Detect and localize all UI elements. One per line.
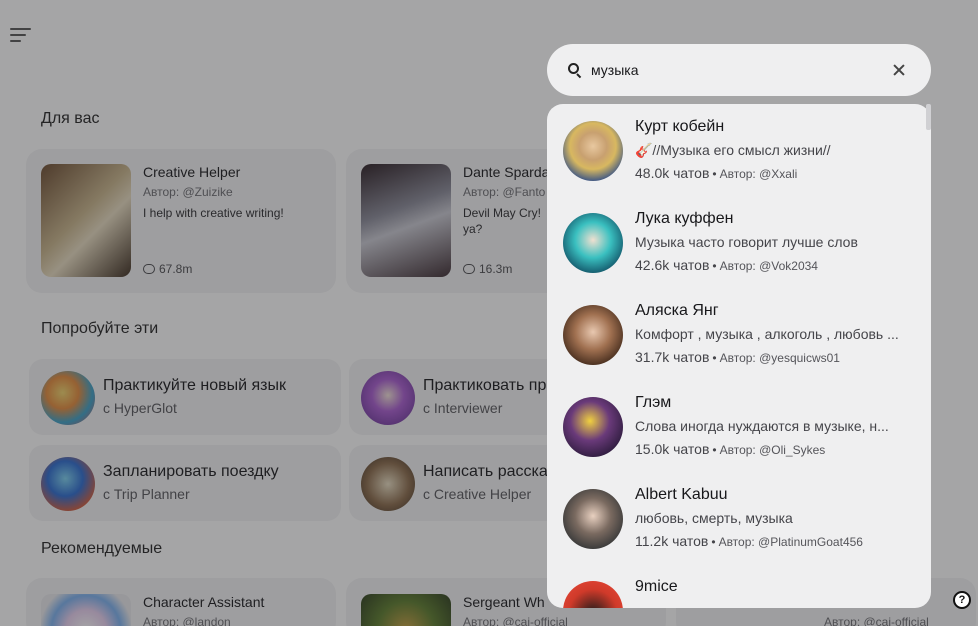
results-scroll-thumb[interactable] xyxy=(926,104,931,130)
result-avatar xyxy=(563,305,623,365)
result-avatar xyxy=(563,397,623,457)
search-result-item[interactable]: Аляска Янг Комфорт , музыка , алкоголь ,… xyxy=(547,288,925,380)
result-avatar xyxy=(563,489,623,549)
search-result-item[interactable]: Albert Kabuu любовь, смерть, музыка 11.2… xyxy=(547,472,925,564)
result-meta: 42.6k чатов • Автор: @Vok2034 xyxy=(635,257,818,273)
results-scrollbar[interactable] xyxy=(925,104,931,608)
result-avatar xyxy=(563,581,623,608)
result-meta: 11.2k чатов • Автор: @PlatinumGoat456 xyxy=(635,533,863,549)
result-description: Слова иногда нуждаются в музыке, н... xyxy=(635,418,889,434)
result-description: 🎸//Музыка его смысл жизни// xyxy=(635,142,831,158)
search-icon xyxy=(568,63,582,79)
search-results: Курт кобейн 🎸//Музыка его смысл жизни// … xyxy=(547,104,931,608)
search-result-item[interactable]: Глэм Слова иногда нуждаются в музыке, н.… xyxy=(547,380,925,472)
result-name: Глэм xyxy=(635,394,672,411)
result-avatar xyxy=(563,213,623,273)
search-result-item[interactable]: Лука куффен Музыка часто говорит лучше с… xyxy=(547,196,925,288)
search-bar xyxy=(547,44,931,96)
search-input[interactable] xyxy=(591,59,871,81)
result-name: Курт кобейн xyxy=(635,118,725,135)
result-avatar xyxy=(563,121,623,181)
result-meta: 48.0k чатов • Автор: @Xxali xyxy=(635,165,798,181)
result-meta: 15.0k чатов • Автор: @Oli_Sykes xyxy=(635,441,826,457)
search-result-item[interactable]: Курт кобейн 🎸//Музыка его смысл жизни// … xyxy=(547,104,925,196)
result-description: Музыка часто говорит лучше слов xyxy=(635,234,858,250)
close-icon[interactable] xyxy=(891,62,907,78)
result-name: 9mice xyxy=(635,578,678,595)
help-icon[interactable]: ? xyxy=(953,591,971,609)
result-meta: 31.7k чатов • Автор: @yesquicws01 xyxy=(635,349,840,365)
result-name: Аляска Янг xyxy=(635,302,719,319)
result-name: Albert Kabuu xyxy=(635,486,728,503)
result-name: Лука куффен xyxy=(635,210,734,227)
search-result-item[interactable]: 9mice xyxy=(547,564,925,608)
result-description: Комфорт , музыка , алкоголь , любовь ... xyxy=(635,326,899,342)
result-description: любовь, смерть, музыка xyxy=(635,510,793,526)
